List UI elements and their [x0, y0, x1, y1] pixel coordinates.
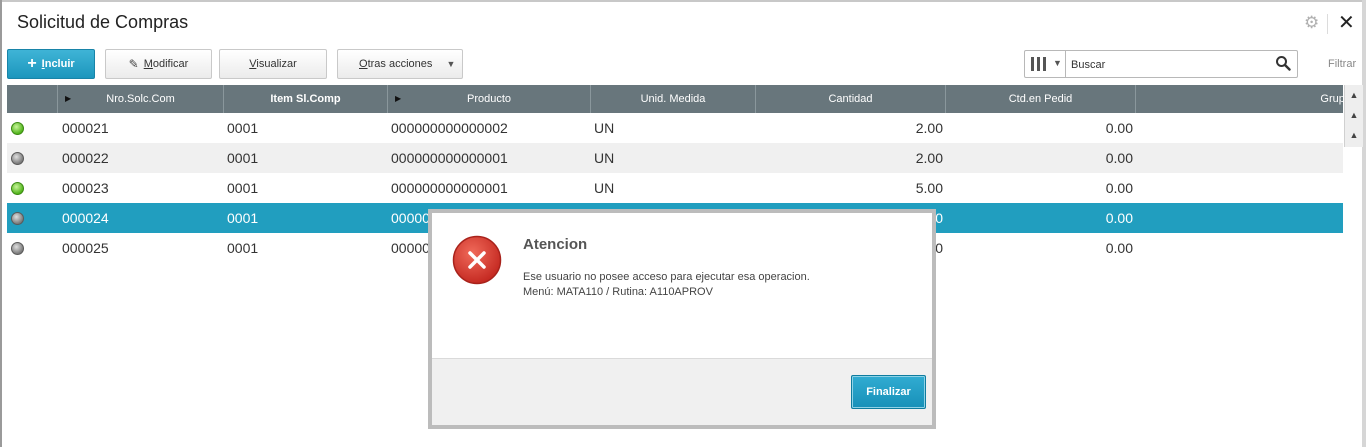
header-cantidad[interactable]: Cantidad: [756, 85, 946, 113]
cell-pedido: 0.00: [1105, 210, 1133, 226]
header-label: Unid. Medida: [640, 93, 706, 105]
include-label: Incluir: [41, 58, 75, 70]
vertical-scrollbar[interactable]: ▲ ▲ ▲: [1344, 85, 1363, 147]
header-status: [7, 85, 58, 113]
grid-header: ▶ Nro.Solc.Com Item Sl.Comp ▶ Producto U…: [7, 85, 1343, 113]
cell-cantidad: 2.00: [915, 120, 943, 136]
search-input[interactable]: [1069, 54, 1273, 76]
sort-arrow-icon: ▶: [395, 94, 402, 103]
chevron-down-icon[interactable]: ▼: [1053, 58, 1062, 68]
include-button[interactable]: + Incluir: [7, 49, 95, 79]
scroll-up-icon[interactable]: ▲: [1348, 129, 1360, 141]
error-dialog: Atencion Ese usuario no posee acceso par…: [428, 209, 936, 429]
status-green-icon: [11, 122, 24, 135]
search-bar: ▼: [1024, 50, 1298, 78]
cell-pedido: 0.00: [1105, 180, 1133, 196]
scroll-page-up-icon[interactable]: ▲: [1348, 109, 1360, 121]
table-row[interactable]: 000022 0001 000000000000001 UN 2.00 0.00: [7, 143, 1343, 173]
window-top-border: [0, 0, 1366, 2]
cell-nro: 000021: [62, 120, 109, 136]
dialog-content: Atencion Ese usuario no posee acceso par…: [432, 213, 932, 358]
dialog-footer: Finalizar: [432, 358, 932, 425]
header-item[interactable]: Item Sl.Comp: [224, 85, 388, 113]
chevron-down-icon[interactable]: ▼: [440, 50, 462, 78]
cell-pedido: 0.00: [1105, 150, 1133, 166]
scroll-top-icon[interactable]: ▲: [1348, 89, 1360, 101]
search-icon[interactable]: [1275, 55, 1291, 71]
modify-button[interactable]: ✎ Modificar: [105, 49, 212, 79]
window-right-border: [1362, 0, 1366, 447]
header-label: Cantidad: [828, 93, 873, 105]
header-producto[interactable]: ▶ Producto: [388, 85, 591, 113]
cell-producto: 000000000000002: [391, 120, 508, 136]
status-green-icon: [11, 182, 24, 195]
cell-pedido: 0.00: [1105, 120, 1133, 136]
cell-cantidad: 5.00: [915, 180, 943, 196]
cell-item: 0001: [227, 120, 259, 136]
table-row[interactable]: 000021 0001 000000000000002 UN 2.00 0.00: [7, 113, 1343, 143]
cell-producto: 000000000000001: [391, 150, 508, 166]
cell-nro: 000025: [62, 240, 109, 256]
cell-unidad: UN: [594, 150, 615, 166]
other-actions-label: Otras acciones: [359, 58, 433, 70]
status-gray-icon: [11, 242, 24, 255]
modify-label: Modificar: [143, 58, 189, 70]
header-label: Producto: [466, 93, 512, 105]
cell-unidad: UN: [594, 120, 615, 136]
window-title: Solicitud de Compras: [17, 12, 189, 32]
gear-icon[interactable]: ⚙: [1304, 14, 1322, 32]
view-button[interactable]: Visualizar: [219, 49, 327, 79]
title-separator: [1327, 14, 1328, 34]
cell-item: 0001: [227, 240, 259, 256]
pencil-icon: ✎: [128, 57, 139, 71]
finalize-button[interactable]: Finalizar: [851, 375, 926, 409]
cell-producto: 000000000000001: [391, 180, 508, 196]
cell-nro: 000023: [62, 180, 109, 196]
other-actions-button[interactable]: Otras acciones ▼: [337, 49, 463, 79]
cell-cantidad: 2.00: [915, 150, 943, 166]
table-row[interactable]: 000023 0001 000000000000001 UN 5.00 0.00: [7, 173, 1343, 203]
columns-icon[interactable]: [1031, 57, 1047, 71]
search-separator: [1065, 51, 1066, 77]
cell-item: 0001: [227, 210, 259, 226]
close-icon[interactable]: ✕: [1338, 12, 1355, 34]
header-label: Nro.Solc.Com: [106, 93, 175, 105]
view-label: Visualizar: [249, 58, 297, 70]
header-pedido[interactable]: Ctd.en Pedid: [946, 85, 1136, 113]
status-gray-icon: [11, 212, 24, 225]
status-gray-icon: [11, 152, 24, 165]
error-icon: [452, 235, 502, 285]
dialog-message-line: Ese usuario no posee acceso para ejecuta…: [523, 271, 810, 283]
cell-nro: 000024: [62, 210, 109, 226]
cell-item: 0001: [227, 150, 259, 166]
header-label: Grupo: [1320, 93, 1343, 105]
plus-icon: +: [27, 55, 37, 72]
header-unidad[interactable]: Unid. Medida: [591, 85, 756, 113]
dialog-message: Ese usuario no posee acceso para ejecuta…: [523, 270, 810, 300]
dialog-title: Atencion: [523, 236, 588, 253]
header-label: Ctd.en Pedid: [1008, 93, 1073, 105]
cell-item: 0001: [227, 180, 259, 196]
window-left-border: [0, 0, 2, 447]
sort-arrow-icon: ▶: [65, 94, 72, 103]
filter-link[interactable]: Filtrar: [1328, 58, 1356, 70]
dialog-message-line: Menú: MATA110 / Rutina: A110APROV: [523, 286, 713, 298]
header-grupo[interactable]: Grupo: [1136, 85, 1343, 113]
cell-pedido: 0.00: [1105, 240, 1133, 256]
cell-unidad: UN: [594, 180, 615, 196]
cell-nro: 000022: [62, 150, 109, 166]
header-label: Item Sl.Comp: [270, 93, 341, 105]
header-nro[interactable]: ▶ Nro.Solc.Com: [58, 85, 224, 113]
